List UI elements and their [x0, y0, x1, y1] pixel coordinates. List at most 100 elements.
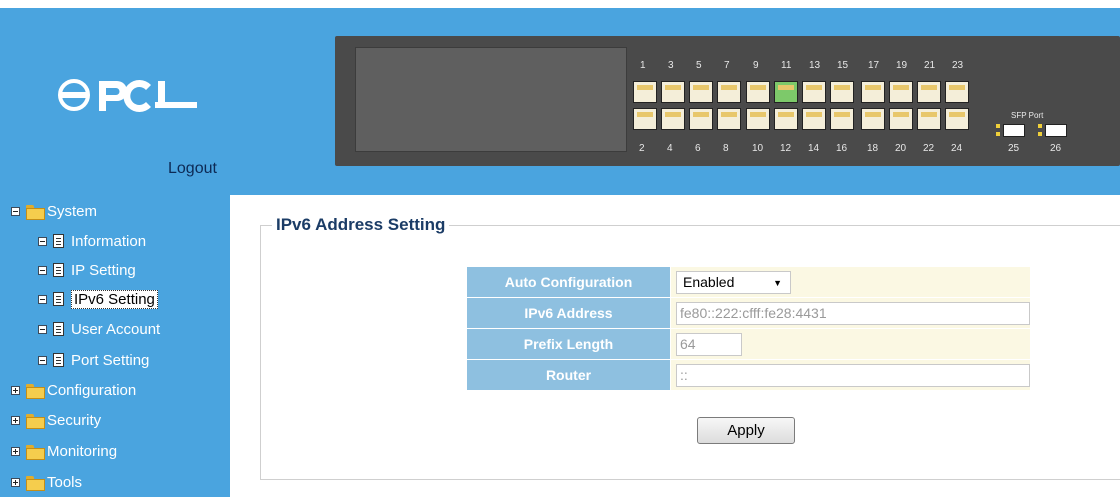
port-number-label: 3 [668, 60, 674, 71]
ethernet-port-24[interactable] [945, 108, 969, 130]
sidebar-item-security[interactable]: Security [11, 409, 101, 431]
form-row-auto-configuration: Auto Configuration Enabled ▼ [466, 266, 1031, 298]
collapse-minus-icon[interactable] [38, 236, 47, 246]
port-number-label: 16 [836, 143, 848, 154]
folder-icon [26, 444, 45, 460]
ethernet-port-2[interactable] [633, 108, 657, 130]
ethernet-port-16[interactable] [830, 108, 854, 130]
port-number-label: 26 [1050, 143, 1062, 154]
form-row-ipv6-address: IPv6 Address fe80::222:cfff:fe28:4431 [466, 297, 1031, 329]
collapse-minus-icon[interactable] [38, 355, 47, 365]
document-icon [53, 353, 64, 367]
switch-front-panel: SFP Port 1 3 5 7 9 11 13 15 17 19 21 23 2 4 6 8 10 12 14 16… [335, 36, 1120, 166]
sidebar-item-information[interactable]: Information [38, 230, 146, 252]
port-number-label: 20 [895, 143, 907, 154]
sidebar-item-label: Monitoring [47, 442, 118, 460]
ethernet-port-17[interactable] [861, 81, 885, 103]
port-number-label: 1 [640, 60, 646, 71]
ethernet-port-19[interactable] [889, 81, 913, 103]
sidebar-item-system[interactable]: System [11, 200, 97, 222]
port-number-label: 19 [896, 60, 908, 71]
port-number-label: 22 [923, 143, 935, 154]
ethernet-port-1[interactable] [633, 81, 657, 103]
ethernet-port-10[interactable] [746, 108, 770, 130]
ipv6-address-label: IPv6 Address [466, 297, 671, 329]
port-number-label: 12 [780, 143, 792, 154]
sidebar-item-user-account[interactable]: User Account [38, 318, 160, 340]
sidebar-item-monitoring[interactable]: Monitoring [11, 440, 117, 462]
ethernet-port-14[interactable] [802, 108, 826, 130]
expand-plus-icon[interactable] [11, 477, 20, 487]
status-led-icon [1038, 124, 1042, 128]
section-title: IPv6 Address Setting [272, 215, 450, 235]
ethernet-port-20[interactable] [889, 108, 913, 130]
sidebar-item-label: Information [71, 232, 147, 250]
ethernet-port-11[interactable] [774, 81, 798, 103]
ethernet-port-4[interactable] [661, 108, 685, 130]
port-number-label: 24 [951, 143, 963, 154]
sidebar-item-label: IP Setting [71, 261, 136, 279]
auto-configuration-select[interactable]: Enabled ▼ [676, 270, 791, 294]
port-number-label: 17 [868, 60, 880, 71]
document-icon [53, 263, 64, 277]
ethernet-port-15[interactable] [830, 81, 854, 103]
prefix-length-input[interactable]: 64 [676, 332, 742, 356]
port-number-label: 15 [837, 60, 849, 71]
expand-plus-icon[interactable] [11, 446, 20, 456]
ethernet-port-21[interactable] [917, 81, 941, 103]
collapse-minus-icon[interactable] [38, 324, 47, 334]
collapse-minus-icon[interactable] [11, 206, 20, 216]
ipv6-settings-form: Auto Configuration Enabled ▼ IPv6 Addres… [466, 266, 1031, 391]
sidebar-item-ipv6-setting[interactable]: IPv6 Setting [38, 288, 158, 310]
expand-plus-icon[interactable] [11, 385, 20, 395]
router-input[interactable]: :: [676, 363, 1030, 387]
ethernet-port-13[interactable] [802, 81, 826, 103]
sfp-port-25[interactable] [1003, 124, 1025, 137]
status-led-icon [1038, 132, 1042, 136]
port-number-label: 13 [809, 60, 821, 71]
ethernet-port-6[interactable] [689, 108, 713, 130]
status-led-icon [996, 124, 1000, 128]
collapse-minus-icon[interactable] [38, 265, 47, 275]
ethernet-port-12[interactable] [774, 108, 798, 130]
logout-link[interactable]: Logout [168, 160, 217, 178]
port-number-label: 23 [952, 60, 964, 71]
sidebar-item-ip-setting[interactable]: IP Setting [38, 259, 136, 281]
port-number-label: 4 [667, 143, 673, 154]
ethernet-port-7[interactable] [717, 81, 741, 103]
sidebar-item-label: Port Setting [71, 351, 150, 369]
document-icon [53, 322, 64, 336]
ethernet-port-22[interactable] [917, 108, 941, 130]
folder-icon [26, 413, 45, 429]
auto-configuration-label: Auto Configuration [466, 266, 671, 298]
port-number-label: 14 [808, 143, 820, 154]
pci-logo-icon [58, 79, 197, 112]
header: Logout SFP Port 1 3 5 7 9 11 13 15 17 19 21 23 2 4 6 8 1… [0, 0, 1120, 195]
sidebar-item-label: Security [47, 411, 102, 429]
ipv6-address-input[interactable]: fe80::222:cfff:fe28:4431 [676, 301, 1030, 325]
port-number-label: 2 [639, 143, 645, 154]
router-cell: :: [670, 359, 1031, 391]
ethernet-port-8[interactable] [717, 108, 741, 130]
port-number-label: 11 [781, 60, 792, 71]
folder-open-icon [26, 204, 45, 220]
ethernet-port-5[interactable] [689, 81, 713, 103]
apply-button[interactable]: Apply [697, 417, 795, 444]
status-led-icon [996, 132, 1000, 136]
ethernet-port-23[interactable] [945, 81, 969, 103]
switch-panel-screen [355, 47, 627, 152]
ethernet-port-18[interactable] [861, 108, 885, 130]
port-number-label: 18 [867, 143, 879, 154]
sidebar-nav: System Information IP Setting IPv6 Setting U… [0, 195, 230, 497]
sidebar-item-label: Tools [47, 473, 83, 491]
prefix-length-label: Prefix Length [466, 328, 671, 360]
port-number-label: 21 [924, 60, 936, 71]
ethernet-port-9[interactable] [746, 81, 770, 103]
ethernet-port-3[interactable] [661, 81, 685, 103]
sidebar-item-configuration[interactable]: Configuration [11, 379, 136, 401]
sidebar-item-port-setting[interactable]: Port Setting [38, 349, 149, 371]
sfp-port-26[interactable] [1045, 124, 1067, 137]
sidebar-item-tools[interactable]: Tools [11, 471, 82, 493]
collapse-minus-icon[interactable] [38, 294, 47, 304]
expand-plus-icon[interactable] [11, 415, 20, 425]
